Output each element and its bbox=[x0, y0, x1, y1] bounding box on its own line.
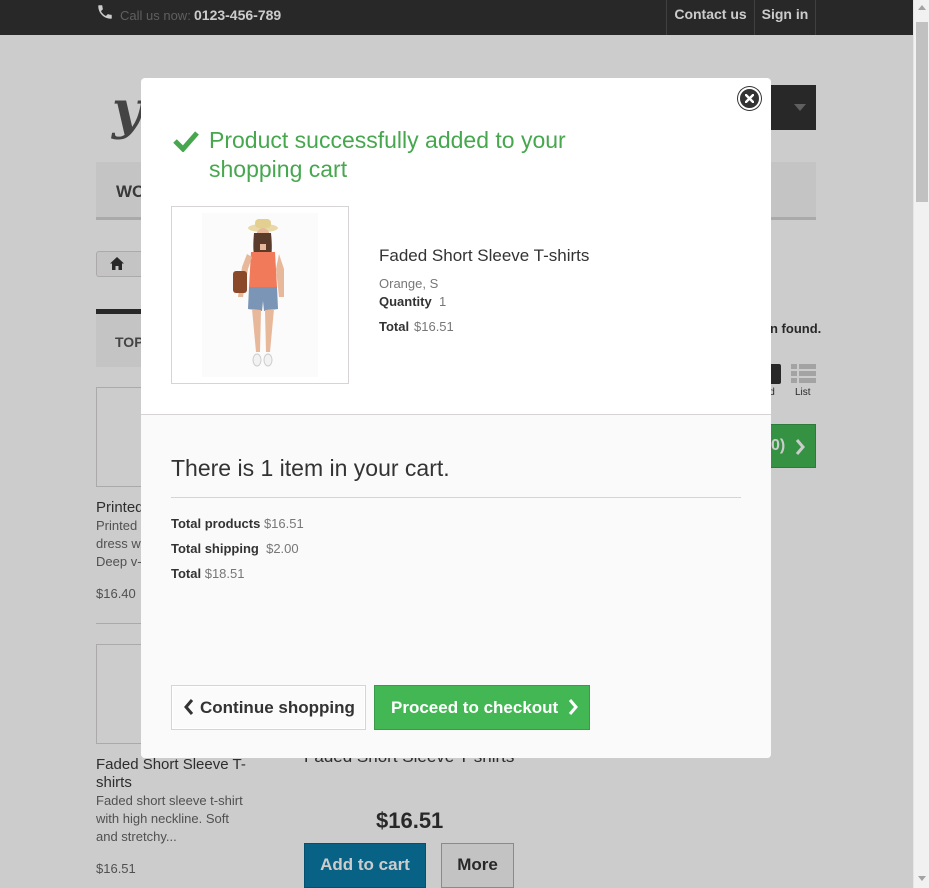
chevron-right-icon bbox=[568, 699, 578, 715]
scroll-down-icon[interactable] bbox=[918, 876, 926, 881]
product-total-label: Total bbox=[379, 319, 410, 334]
total-shipping-value: $2.00 bbox=[266, 541, 299, 556]
total-products-value: $16.51 bbox=[263, 516, 304, 531]
grand-total-value: $18.51 bbox=[204, 566, 245, 581]
total-shipping-row: Total shipping $2.00 bbox=[171, 541, 299, 556]
cart-summary-section: There is 1 item in your cart. Total prod… bbox=[141, 414, 771, 758]
product-attributes: Orange, S bbox=[379, 276, 439, 291]
cart-item-count: There is 1 item in your cart. bbox=[171, 455, 450, 481]
total-products-label: Total products bbox=[171, 516, 261, 531]
vertical-scrollbar[interactable] bbox=[913, 0, 929, 888]
continue-shopping-button[interactable]: Continue shopping bbox=[171, 685, 366, 730]
grand-total-row: Total $18.51 bbox=[171, 566, 244, 581]
checkmark-icon bbox=[173, 131, 199, 152]
product-image bbox=[171, 206, 349, 384]
chevron-left-icon bbox=[184, 699, 194, 715]
product-total-value: $16.51 bbox=[414, 319, 454, 334]
success-message: Product successfully added to your shopp… bbox=[209, 127, 566, 182]
scroll-up-icon[interactable] bbox=[918, 5, 926, 10]
quantity-value: 1 bbox=[439, 294, 447, 309]
cart-confirmation-modal: Product successfully added to your shopp… bbox=[141, 78, 771, 758]
grand-total-label: Total bbox=[171, 566, 202, 581]
divider bbox=[171, 497, 741, 498]
close-modal-button[interactable] bbox=[738, 87, 761, 110]
close-icon bbox=[745, 94, 754, 103]
total-shipping-label: Total shipping bbox=[171, 541, 259, 556]
proceed-to-checkout-button[interactable]: Proceed to checkout bbox=[374, 685, 590, 730]
checkout-label: Proceed to checkout bbox=[391, 698, 559, 717]
model-photo bbox=[202, 213, 318, 377]
continue-shopping-label: Continue shopping bbox=[200, 698, 355, 717]
total-products-row: Total products $16.51 bbox=[171, 516, 304, 531]
product-name: Faded Short Sleeve T-shirts bbox=[379, 246, 590, 265]
scrollbar-thumb[interactable] bbox=[916, 22, 928, 202]
quantity-label: Quantity bbox=[379, 294, 432, 309]
